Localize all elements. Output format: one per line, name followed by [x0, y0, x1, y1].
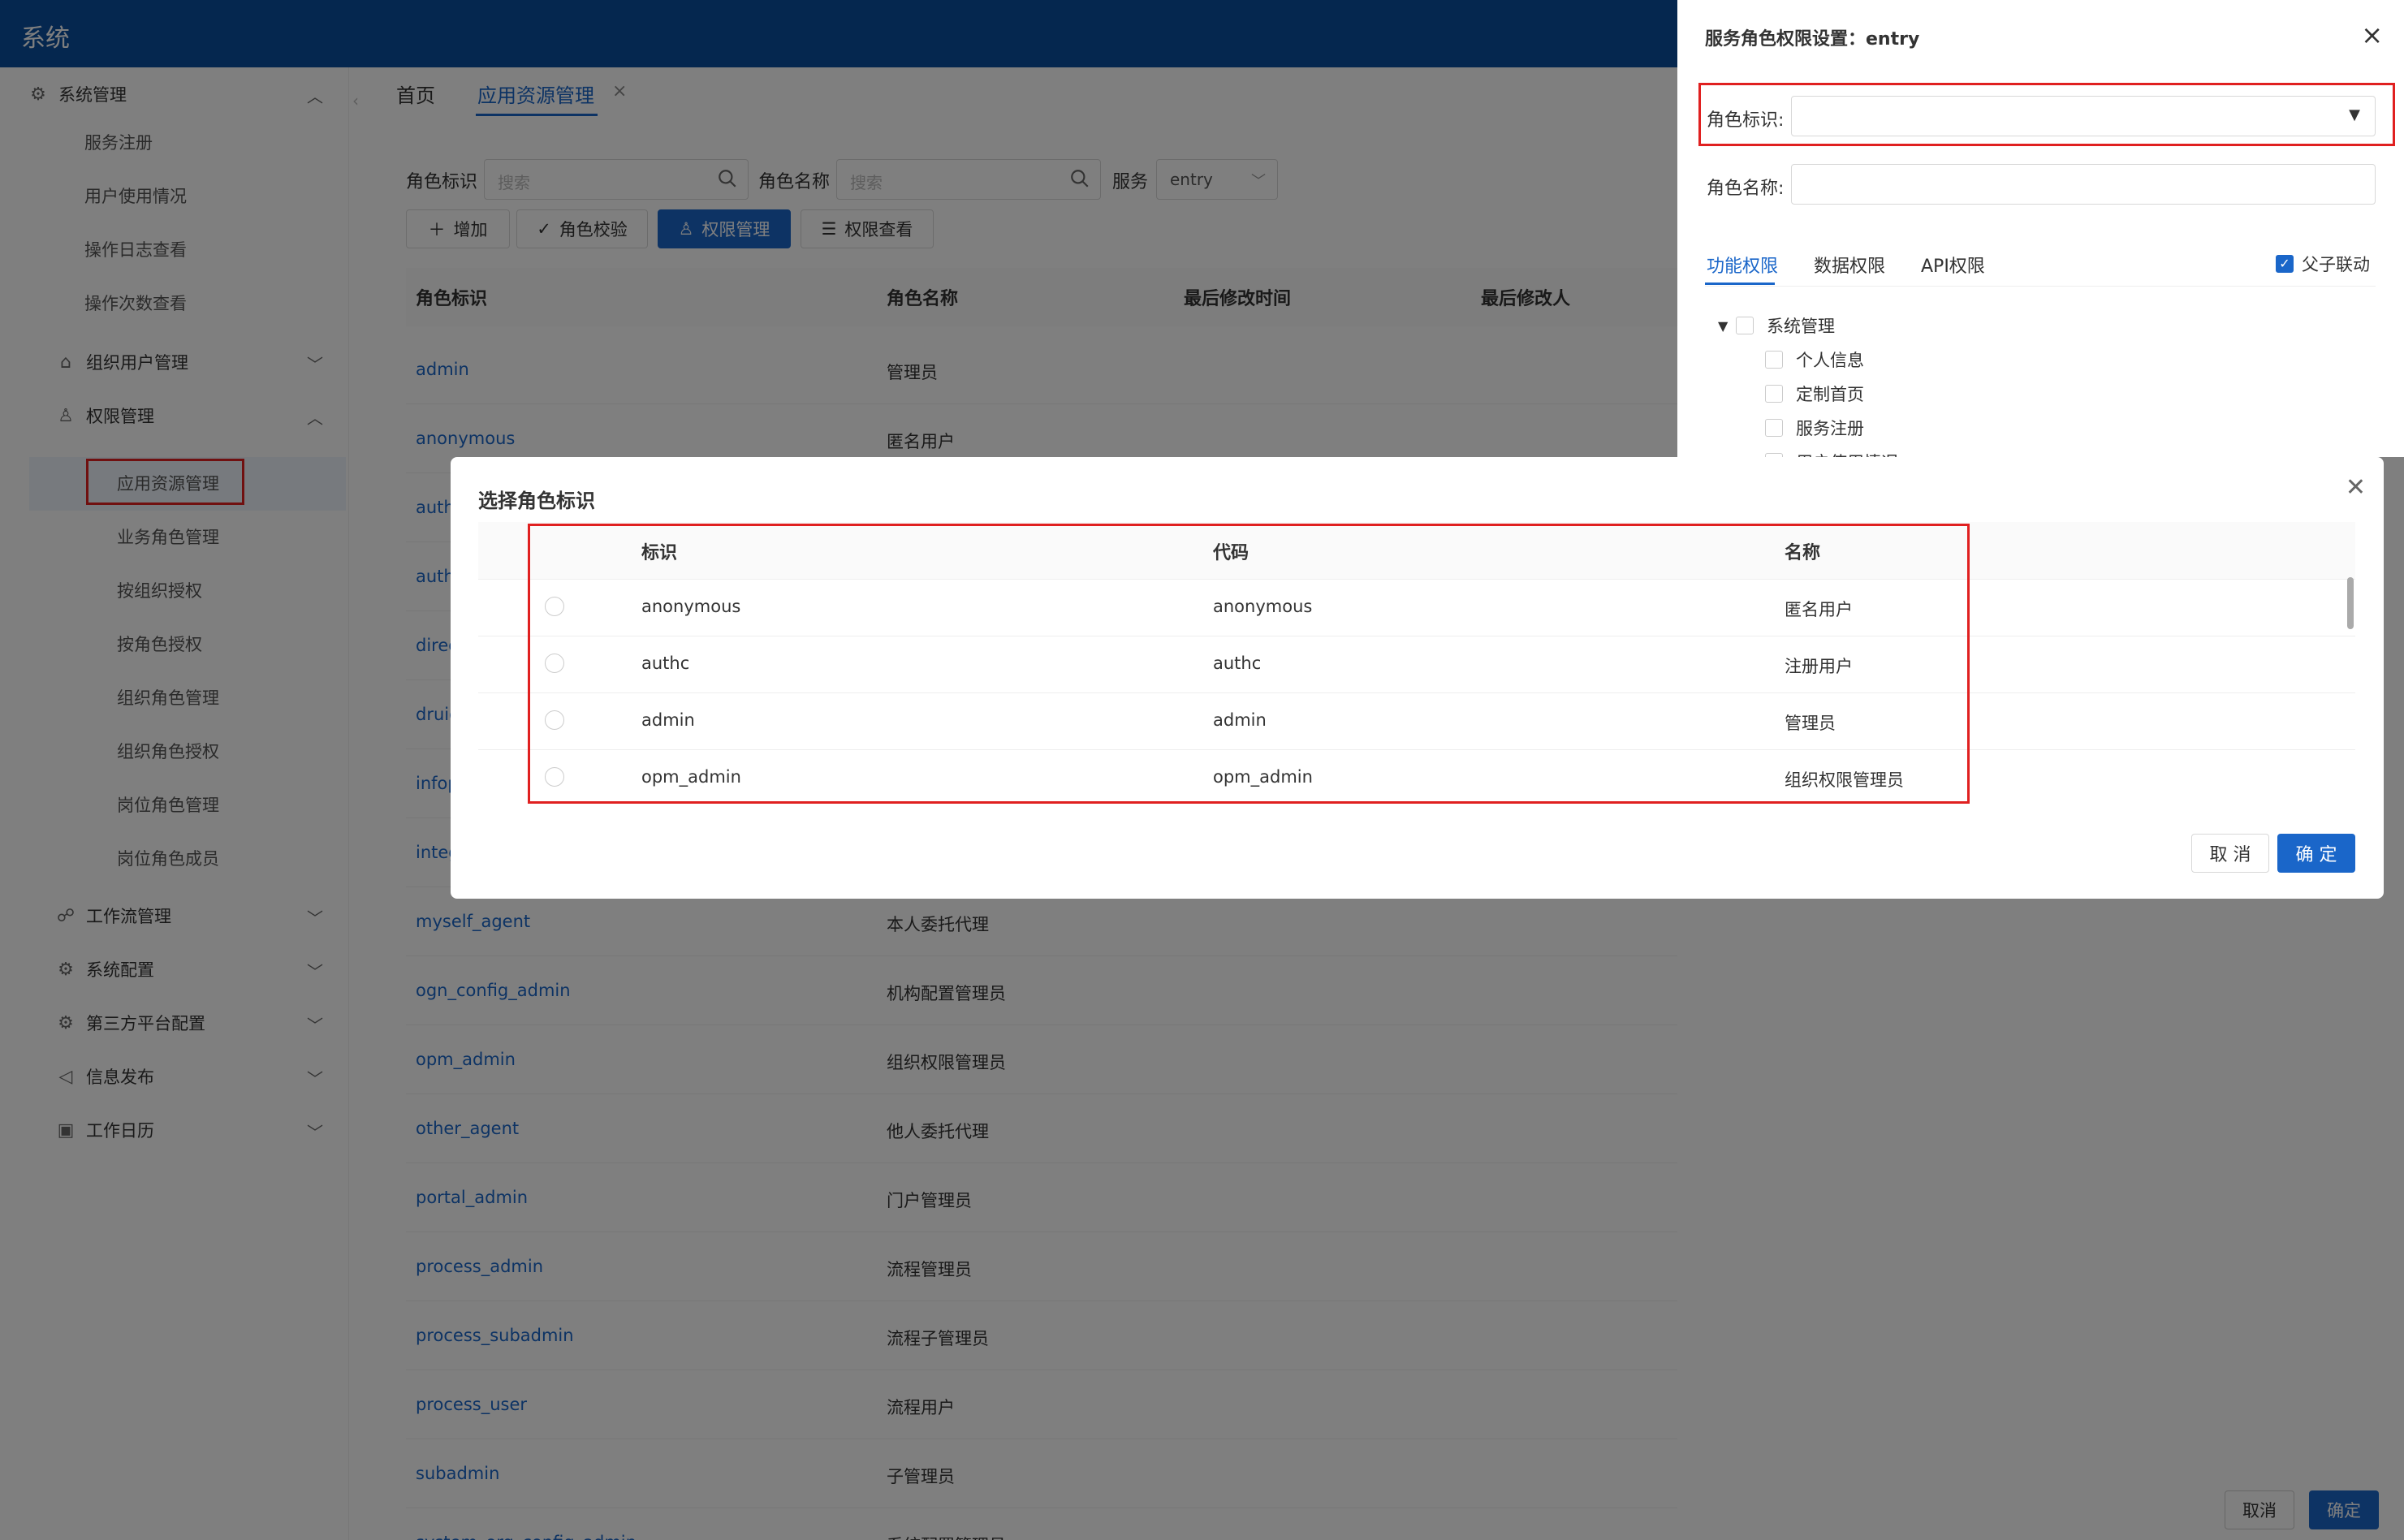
tree-node-child[interactable]: 定制首页 — [1765, 382, 1864, 406]
parent-child-link-label: 父子联动 — [2302, 255, 2370, 274]
tree-node-child[interactable]: 服务注册 — [1765, 416, 1864, 440]
checkbox[interactable] — [1765, 419, 1783, 437]
tree-node-child[interactable]: 用户使用情况 — [1765, 450, 1898, 457]
role-name-field[interactable] — [1791, 164, 2376, 205]
close-icon[interactable]: ✕ — [2346, 473, 2366, 502]
modal-cancel-button[interactable]: 取 消 — [2191, 834, 2269, 873]
tab-divider — [1705, 286, 2376, 287]
highlight-frame-modal-table — [528, 524, 1970, 804]
tree-node-root[interactable]: 系统管理 — [1736, 313, 1835, 338]
tab-function-permission[interactable]: 功能权限 — [1707, 252, 1778, 278]
tree-node-label: 用户使用情况 — [1796, 450, 1898, 457]
drawer-role-name-label: 角色名称: — [1707, 179, 1785, 199]
tree-node-label: 个人信息 — [1796, 351, 1864, 370]
parent-child-link-checkbox[interactable]: ✓ 父子联动 — [2276, 252, 2370, 276]
close-icon[interactable]: × — [2361, 19, 2383, 50]
modal-confirm-button[interactable]: 确 定 — [2277, 834, 2355, 873]
checkbox-checked-icon: ✓ — [2276, 255, 2294, 273]
checkbox[interactable] — [1765, 351, 1783, 369]
tree-node-child[interactable]: 个人信息 — [1765, 347, 1864, 372]
scrollbar[interactable] — [2347, 577, 2354, 629]
caret-down-icon[interactable]: ▼ — [1718, 318, 1728, 334]
tab-api-permission[interactable]: API权限 — [1921, 252, 1985, 278]
highlight-frame-role-select — [1698, 83, 2395, 146]
tree-node-label: 系统管理 — [1767, 317, 1835, 336]
tree-node-label: 服务注册 — [1796, 419, 1864, 438]
tree-node-label: 定制首页 — [1796, 385, 1864, 404]
tab-active-indicator — [1705, 283, 1775, 285]
drawer-title: 服务角色权限设置：entry — [1705, 29, 1920, 50]
checkbox[interactable] — [1736, 317, 1754, 334]
drawer-top-visible: 服务角色权限设置：entry × 角色标识: ▼ 角色名称: 功能权限 数据权限… — [1677, 0, 2404, 457]
checkbox[interactable] — [1765, 385, 1783, 403]
modal-title: 选择角色标识 — [478, 490, 595, 512]
tab-data-permission[interactable]: 数据权限 — [1814, 252, 1885, 278]
